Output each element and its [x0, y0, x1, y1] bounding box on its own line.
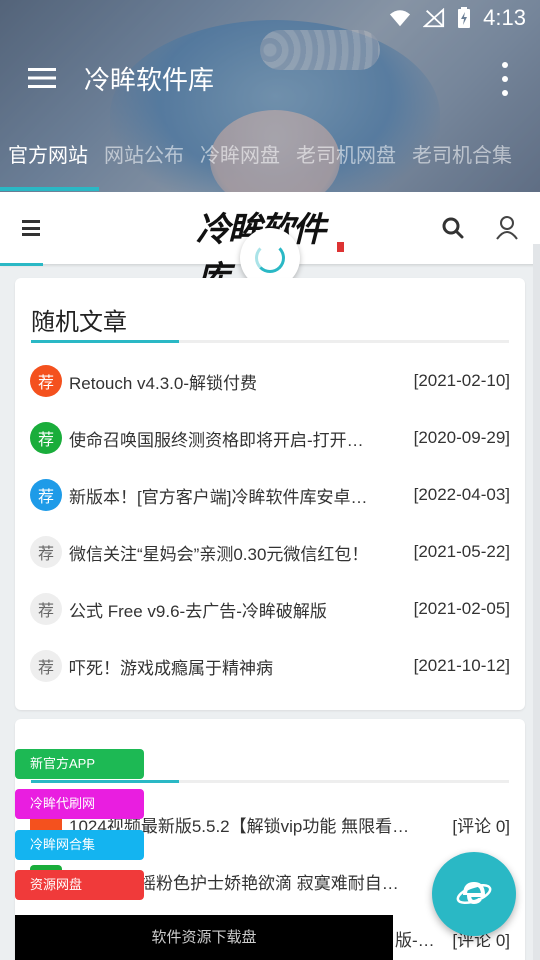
- tab-bar: 官方网站 网站公布 冷眸网盘 老司机网盘 老司机合集: [0, 120, 540, 192]
- recommend-badge: 荐: [30, 650, 62, 682]
- navigation-menu-button[interactable]: [0, 36, 84, 120]
- recommend-badge: 荐: [30, 365, 62, 397]
- article-title[interactable]: Retouch v4.3.0-解锁付费: [69, 369, 384, 394]
- article-title[interactable]: 新版本！[官方客户端]冷眸软件库安卓…: [69, 483, 384, 508]
- app-title: 冷眸软件库: [84, 64, 215, 95]
- article-date: [2021-10-12]: [413, 656, 510, 675]
- tab-driver-collection[interactable]: 老司机合集: [404, 120, 520, 192]
- recommend-badge: 荐: [30, 593, 62, 625]
- card-title-underline: [31, 780, 509, 783]
- hamburger-icon: [28, 68, 56, 88]
- site-menu-icon[interactable]: [22, 220, 40, 236]
- tab-cloud-drive[interactable]: 冷眸网盘: [192, 120, 288, 192]
- search-icon[interactable]: [442, 217, 464, 239]
- article-date: [2021-02-05]: [413, 599, 510, 618]
- article-date: [2022-04-03]: [413, 485, 510, 504]
- article-title[interactable]: 微信关注“星妈会”亲测0.30元微信红包！: [69, 540, 384, 565]
- tab-driver-drive[interactable]: 老司机网盘: [288, 120, 404, 192]
- list-item[interactable]: 荐 吓死！游戏成瘾属于精神病 [2021-10-12]: [30, 646, 510, 686]
- site-collection-button[interactable]: 冷眸网合集: [15, 830, 144, 860]
- page-scrollbar[interactable]: [533, 244, 540, 960]
- overflow-menu-button[interactable]: [490, 62, 520, 96]
- user-icon[interactable]: [496, 216, 518, 240]
- comment-count: [评论 0]: [452, 816, 510, 836]
- article-date: [2021-05-22]: [413, 542, 510, 561]
- article-title[interactable]: 公式 Free v9.6-去广告-冷眸破解版: [69, 597, 384, 622]
- list-item[interactable]: 荐 新版本！[官方客户端]冷眸软件库安卓… [2022-04-03]: [30, 475, 510, 515]
- article-date: [2020-09-29]: [413, 428, 510, 447]
- more-vert-icon: [502, 62, 508, 68]
- recommend-badge: 荐: [30, 479, 62, 511]
- no-signal-icon: [423, 8, 445, 28]
- toolbar: 冷眸软件库: [0, 36, 540, 120]
- card-title: 随机文章: [31, 309, 127, 336]
- article-title[interactable]: 吓死！游戏成瘾属于精神病: [69, 654, 384, 679]
- new-official-app-button[interactable]: 新官方APP: [15, 749, 144, 779]
- spinner-icon: [255, 243, 285, 273]
- list-item[interactable]: 荐 Retouch v4.3.0-解锁付费 [2021-02-10]: [30, 361, 510, 401]
- card-title-underline: [31, 340, 509, 343]
- recommend-badge: 荐: [30, 536, 62, 568]
- browser-fab[interactable]: [432, 852, 516, 936]
- article-title[interactable]: 使命召唤国服终测资格即将开启-打开…: [69, 426, 384, 451]
- battery-charging-icon: [458, 7, 471, 28]
- status-bar: 4:13: [0, 0, 540, 36]
- clock: 4:13: [483, 5, 526, 30]
- list-item[interactable]: 荐 微信关注“星妈会”亲测0.30元微信红包！ [2021-05-22]: [30, 532, 510, 572]
- tab-site-announcement[interactable]: 网站公布: [96, 120, 192, 192]
- boost-site-button[interactable]: 冷眸代刷网: [15, 789, 144, 819]
- download-bar[interactable]: 软件资源下载盘: [15, 915, 393, 960]
- list-item[interactable]: 荐 公式 Free v9.6-去广告-冷眸破解版 [2021-02-05]: [30, 589, 510, 629]
- random-articles-card: 随机文章 荐 Retouch v4.3.0-解锁付费 [2021-02-10] …: [15, 278, 525, 710]
- page-load-progress: [0, 263, 43, 266]
- app-header: 4:13 冷眸软件库 官方网站 网站公布 冷眸网盘 老司机网盘 老司机合集: [0, 0, 540, 192]
- logo-seal: [337, 242, 344, 252]
- resource-drive-button[interactable]: 资源网盘: [15, 870, 144, 900]
- tab-indicator: [0, 187, 99, 191]
- list-item[interactable]: 荐 使命召唤国服终测资格即将开启-打开… [2020-09-29]: [30, 418, 510, 458]
- wifi-icon: [390, 10, 411, 27]
- recommend-badge: 荐: [30, 422, 62, 454]
- internet-explorer-icon: [456, 881, 492, 905]
- tab-official-site[interactable]: 官方网站: [0, 120, 96, 192]
- article-date: [2021-02-10]: [413, 371, 510, 390]
